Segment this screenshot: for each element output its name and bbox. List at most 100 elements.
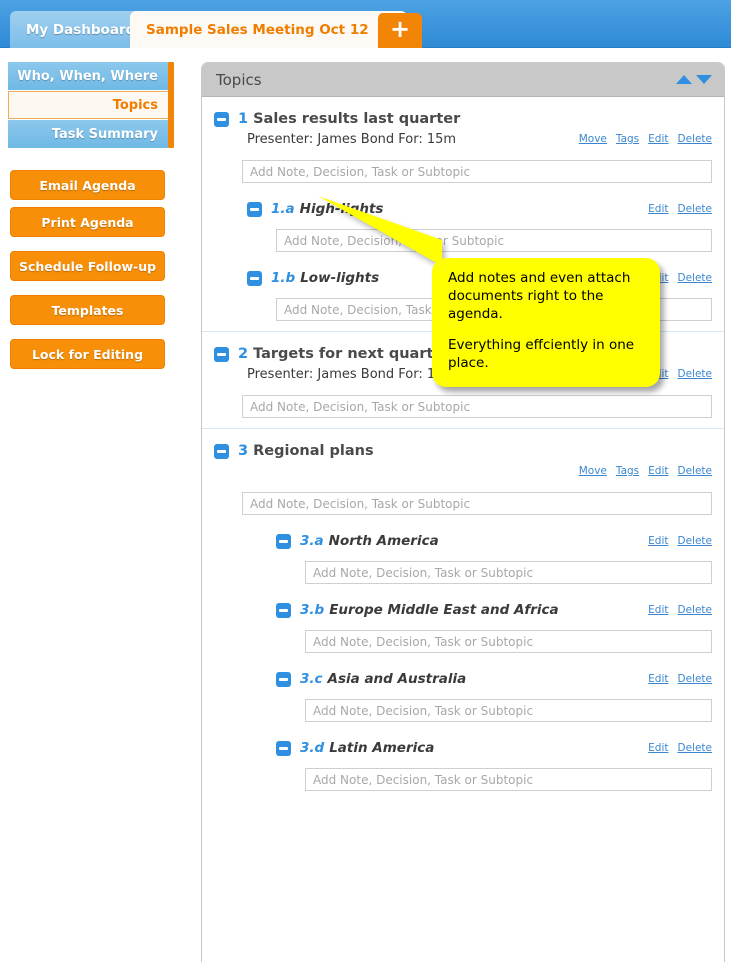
delete-link[interactable]: Delete (678, 742, 713, 754)
topic-header: 1 Sales results last quarter (214, 111, 712, 127)
subtopic-item: 3.a North America Edit Delete (214, 533, 712, 584)
edit-link[interactable]: Edit (648, 535, 668, 547)
subtopic-label-group: 3.b Europe Middle East and Africa (276, 602, 559, 618)
action-links: Move Tags Edit Delete (579, 133, 712, 145)
subtopic-header: 3.d Latin America Edit Delete (276, 740, 712, 756)
email-agenda-button[interactable]: Email Agenda (10, 170, 165, 200)
subtopic-title: Asia and Australia (327, 671, 467, 687)
collapse-minus-icon[interactable] (214, 111, 229, 127)
subtopic-number: 3.d (300, 740, 325, 756)
delete-link[interactable]: Delete (678, 133, 713, 145)
delete-link[interactable]: Delete (678, 368, 713, 380)
subtopic-title: North America (328, 533, 439, 549)
delete-link[interactable]: Delete (678, 535, 713, 547)
action-links: Edit Delete (648, 604, 712, 616)
collapse-minus-icon[interactable] (276, 533, 291, 549)
sidebar-item-task-summary[interactable]: Task Summary (8, 120, 168, 148)
action-links: Move Tags Edit Delete (579, 465, 712, 477)
edit-link[interactable]: Edit (648, 465, 668, 477)
presenter-text: Presenter: James Bond For: 15m (247, 131, 457, 147)
delete-link[interactable]: Delete (678, 203, 713, 215)
subtopic-input-wrap (276, 561, 712, 584)
add-note-input[interactable] (305, 561, 712, 584)
triangle-down-icon[interactable] (696, 75, 712, 84)
collapse-minus-icon[interactable] (214, 346, 229, 362)
collapse-minus-icon[interactable] (276, 671, 291, 687)
add-note-input[interactable] (242, 160, 712, 183)
page-title: Topics (216, 70, 262, 89)
sidebar-nav: Who, When, Where Topics Task Summary (8, 62, 174, 148)
collapse-minus-icon[interactable] (276, 602, 291, 618)
edit-link[interactable]: Edit (648, 742, 668, 754)
action-links: Edit Delete (648, 742, 712, 754)
add-note-input[interactable] (305, 630, 712, 653)
delete-link[interactable]: Delete (678, 272, 713, 284)
schedule-follow-up-button[interactable]: Schedule Follow-up (10, 251, 165, 281)
collapse-minus-icon[interactable] (247, 270, 262, 286)
subtopic-label-group: 3.a North America (276, 533, 439, 549)
topics-list: 1 Sales results last quarter Presenter: Ja… (202, 97, 724, 801)
button-label: Email Agenda (39, 177, 136, 193)
topic-title: Sales results last quarter (253, 111, 461, 127)
edit-link[interactable]: Edit (648, 203, 668, 215)
add-note-input[interactable] (242, 395, 712, 418)
app-root: My Dashboard Sample Sales Meeting Oct 12… (0, 0, 731, 962)
subtopic-item: 3.b Europe Middle East and Africa Edit Dele… (214, 602, 712, 653)
tags-link[interactable]: Tags (616, 465, 639, 477)
tab-my-dashboard-label: My Dashboard (26, 21, 136, 38)
collapse-minus-icon[interactable] (214, 443, 229, 459)
delete-link[interactable]: Delete (678, 673, 713, 685)
sort-controls (676, 75, 712, 84)
button-label: Schedule Follow-up (18, 258, 157, 274)
subtopic-header: 3.b Europe Middle East and Africa Edit Dele… (276, 602, 712, 618)
subtopic-input-wrap (276, 699, 712, 722)
tags-link[interactable]: Tags (616, 133, 639, 145)
subtopic-item: 3.d Latin America Edit Delete (214, 740, 712, 791)
subtopic-number: 3.c (300, 671, 323, 687)
action-links: Edit Delete (648, 535, 712, 547)
collapse-minus-icon[interactable] (276, 740, 291, 756)
topic-number: 2 (238, 346, 249, 362)
delete-link[interactable]: Delete (678, 604, 713, 616)
collapse-minus-icon[interactable] (247, 201, 262, 217)
button-label: Templates (51, 302, 124, 318)
subtopic-header: 3.a North America Edit Delete (276, 533, 712, 549)
callout-paragraph-1: Add notes and even attach documents righ… (448, 270, 631, 322)
add-note-input[interactable] (242, 492, 712, 515)
sidebar-item-label: Task Summary (51, 126, 158, 142)
move-link[interactable]: Move (579, 465, 607, 477)
topic-meta-row: Presenter: James Bond For: 15m Move Tags Ed… (214, 130, 712, 148)
callout-paragraph-2: Everything effciently in one place. (448, 337, 635, 372)
templates-button[interactable]: Templates (10, 295, 165, 325)
callout-tooltip: Add notes and even attach documents righ… (432, 258, 660, 388)
subtopic-item: 1.aHigh-lightsEditDelete (214, 201, 712, 252)
add-note-input[interactable] (305, 699, 712, 722)
sidebar-item-who-when-where[interactable]: Who, When, Where (8, 62, 168, 90)
edit-link[interactable]: Edit (648, 133, 668, 145)
subtopic-label-group: 3.d Latin America (276, 740, 434, 756)
print-agenda-button[interactable]: Print Agenda (10, 207, 165, 237)
subtopic-label-group: 3.c Asia and Australia (276, 671, 466, 687)
sidebar-item-topics[interactable]: Topics (8, 91, 168, 119)
edit-link[interactable]: Edit (648, 604, 668, 616)
sidebar-item-label: Who, When, Where (17, 68, 158, 84)
move-link[interactable]: Move (579, 133, 607, 145)
delete-link[interactable]: Delete (678, 465, 713, 477)
tab-sample-sales-meeting[interactable]: Sample Sales Meeting Oct 12 ✖ (130, 11, 408, 48)
plus-icon: + (389, 15, 411, 43)
lock-for-editing-button[interactable]: Lock for Editing (10, 339, 165, 369)
edit-link[interactable]: Edit (648, 673, 668, 685)
topic-header: 3 Regional plans (214, 443, 712, 459)
subtopic-input-wrap (276, 630, 712, 653)
add-note-input[interactable] (305, 768, 712, 791)
callout-pointer (318, 196, 442, 266)
tab-sample-sales-meeting-label: Sample Sales Meeting Oct 12 (146, 21, 369, 38)
topics-panel-header: Topics (202, 63, 724, 97)
topic-item: 3Regional plansMoveTagsEditDelete3.aNort… (202, 428, 724, 801)
subtopic-title: Europe Middle East and Africa (329, 602, 559, 618)
triangle-up-icon[interactable] (676, 75, 692, 84)
sidebar-actions: Email Agenda Print Agenda Schedule Follo… (10, 170, 190, 369)
add-tab-button[interactable]: + (378, 13, 422, 48)
topic-title: Targets for next quarter (253, 346, 451, 362)
topic-number: 1 (238, 111, 249, 127)
